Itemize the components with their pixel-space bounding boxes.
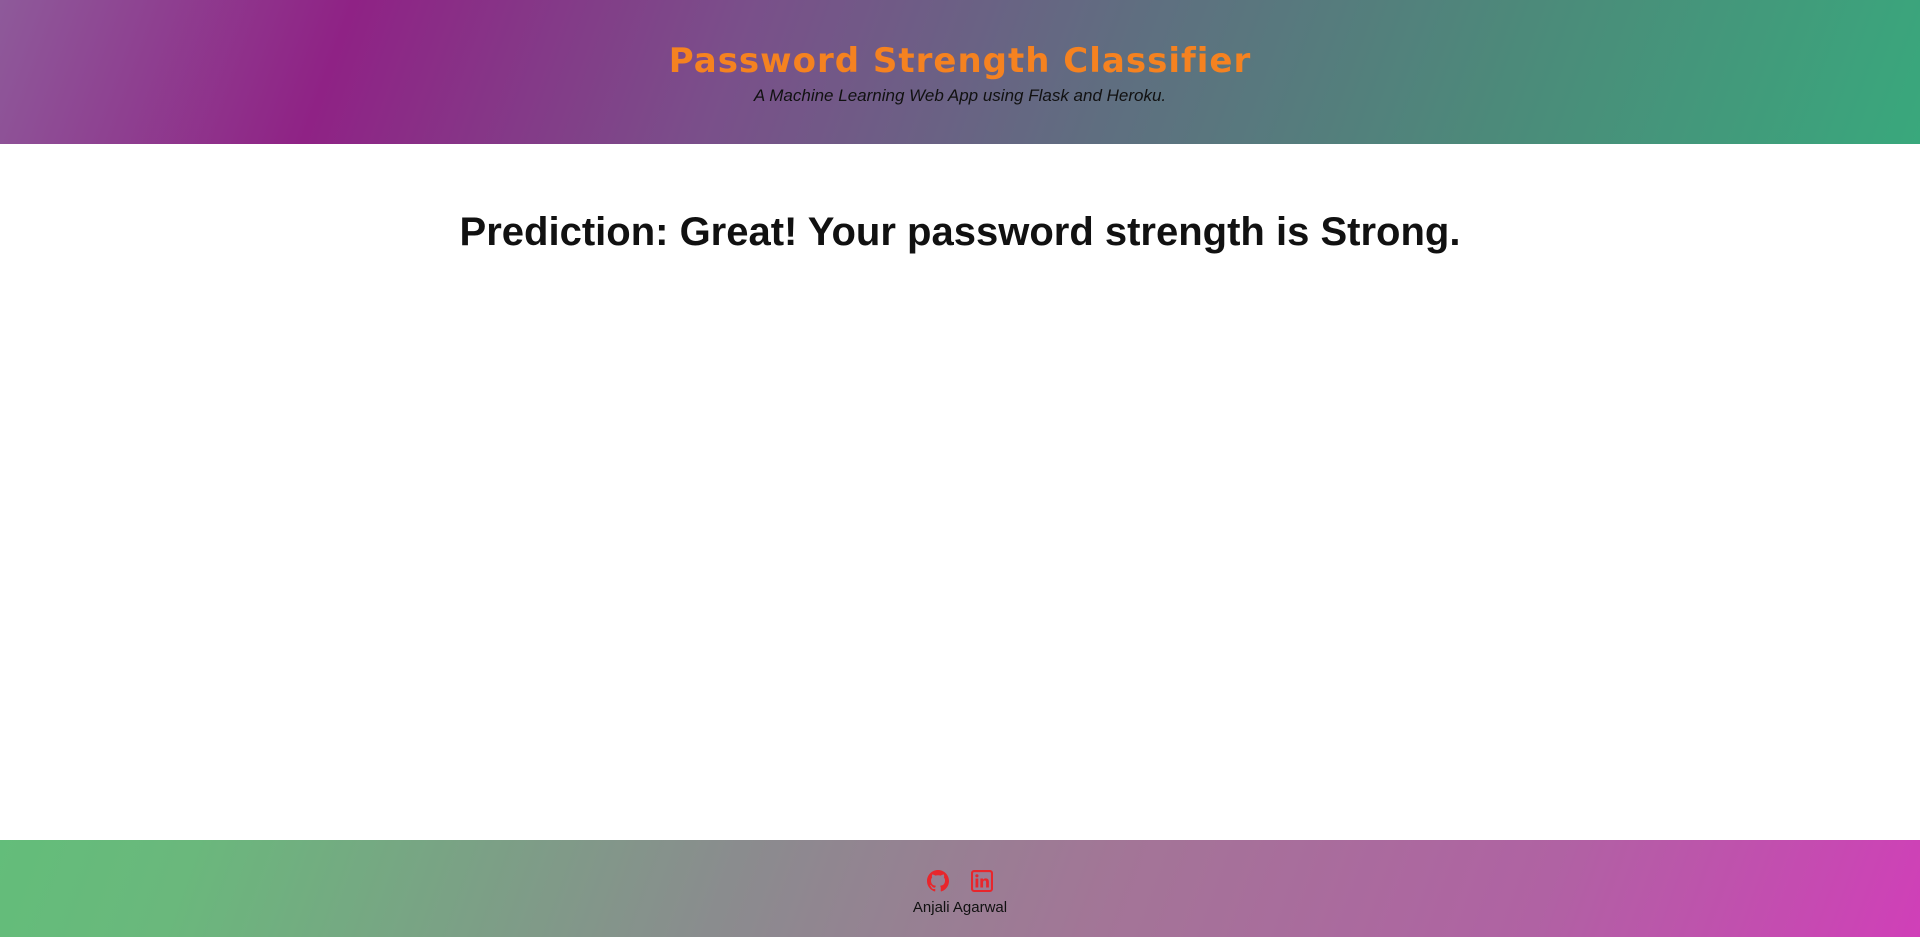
main-content: Prediction: Great! Your password strengt… [0, 144, 1920, 840]
app-footer: Anjali Agarwal [0, 840, 1920, 937]
github-icon [927, 870, 949, 892]
author-name: Anjali Agarwal [912, 899, 1008, 916]
social-links [0, 870, 1920, 892]
github-link[interactable] [927, 870, 949, 892]
prediction-result: Prediction: Great! Your password strengt… [459, 210, 1461, 254]
app-title: Password Strength Classifier [668, 41, 1252, 81]
linkedin-link[interactable] [971, 870, 993, 892]
app-header: Password Strength Classifier A Machine L… [0, 0, 1920, 144]
page: Password Strength Classifier A Machine L… [0, 0, 1920, 937]
linkedin-icon [971, 870, 993, 892]
app-subtitle: A Machine Learning Web App using Flask a… [753, 86, 1167, 105]
